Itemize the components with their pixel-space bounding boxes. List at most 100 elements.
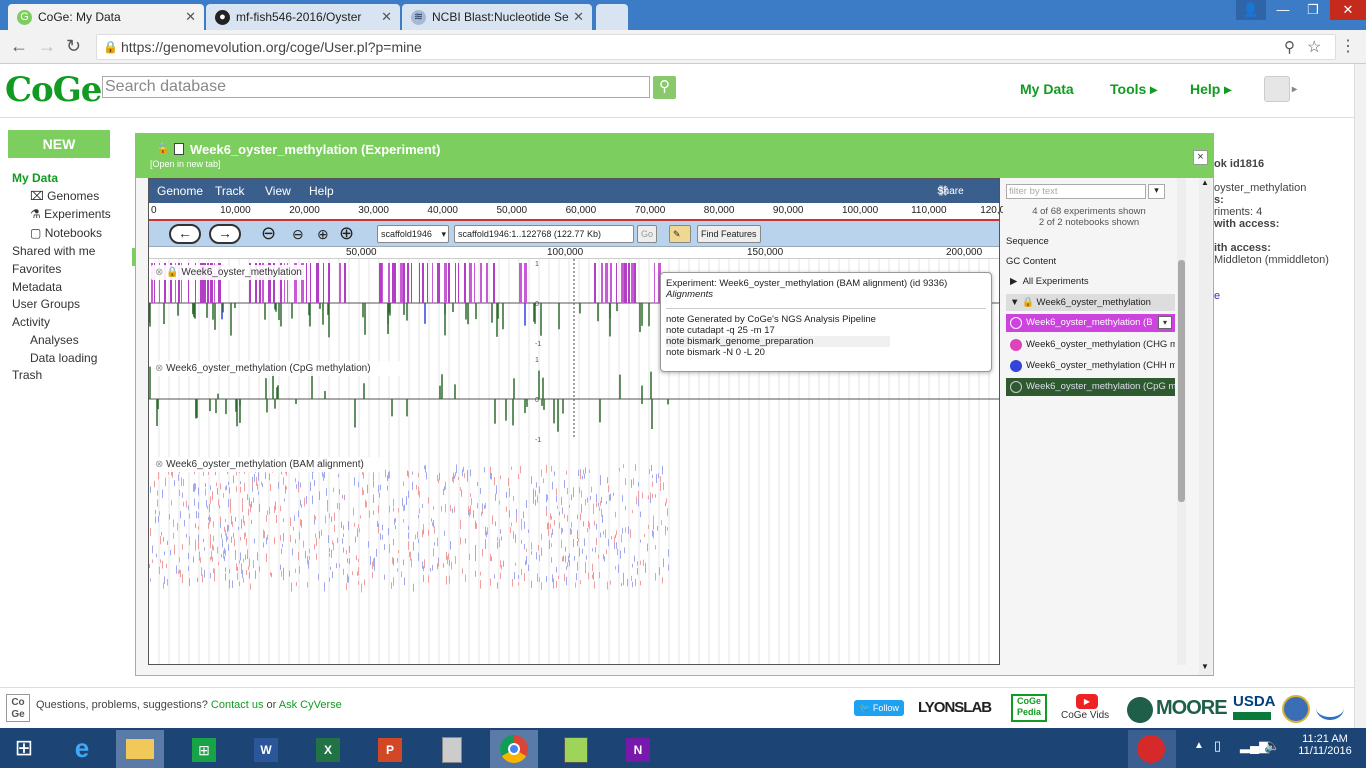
scroll-up-icon[interactable]: ▲ [1201,178,1209,187]
nav-help[interactable]: Help ▸ [1190,81,1231,98]
ie-icon[interactable]: e [58,730,106,768]
nav-data-loading[interactable]: Data loading [30,351,97,365]
new-tab-button[interactable] [596,4,628,30]
url-field[interactable]: 🔒 https://genomevolution.org/coge/User.p… [96,34,1336,60]
excel-icon[interactable]: X [304,730,352,768]
menu-view[interactable]: View [265,184,291,198]
calculator-icon[interactable] [428,730,476,768]
scroll-down-icon[interactable]: ▼ [1201,662,1209,671]
nav-my-data-left[interactable]: My Data [12,171,58,185]
overview-ruler[interactable]: 0 10,000 20,000 30,000 40,000 50,000 60,000 70,… [149,203,1016,221]
cogevids-label[interactable]: CoGe Vids [1061,710,1109,721]
experiment-item-cpg[interactable]: Week6_oyster_methylation (CpG m [1006,378,1175,396]
location-input[interactable]: scaffold1946:1..122768 (122.77 Kb) [454,225,634,243]
zoom-icon[interactable]: ⚲ [1284,38,1295,56]
youtube-icon[interactable]: ▶ [1076,694,1098,709]
moore-logo[interactable]: MOORE [1156,697,1228,720]
nav-metadata[interactable]: Metadata [12,280,62,294]
cyverse-logo-icon[interactable] [1316,696,1344,720]
forward-icon[interactable]: → [38,36,56,57]
minimize-icon[interactable]: — [1268,0,1298,20]
close-window-icon[interactable]: ✕ [1330,0,1366,20]
nsf-logo-icon[interactable] [1282,695,1310,723]
store-icon[interactable]: ⊞ [180,730,228,768]
nav-activity[interactable]: Activity [12,315,50,329]
star-icon[interactable]: ☆ [1307,37,1321,57]
close-track-icon[interactable]: ⊗ [155,363,163,374]
file-explorer-icon[interactable] [116,730,164,768]
scaffold-select[interactable]: scaffold1946 ▾ [377,225,449,243]
powerpoint-icon[interactable]: P [366,730,414,768]
notebook-item[interactable]: ▼ 🔒 Week6_oyster_methylation [1006,294,1175,311]
clock[interactable]: 11:21 AM 11/11/2016 [1290,733,1360,757]
menu-track[interactable]: Track [215,184,245,198]
track-label-experiment[interactable]: ⊗ 🔒 Week6_oyster_methylation [151,265,306,280]
sidebar-scrollbar[interactable] [1177,178,1186,665]
pan-left-icon[interactable]: ← [169,224,201,244]
nav-user-groups[interactable]: User Groups [12,297,80,311]
tablet-icon[interactable]: ▯ [1214,738,1221,754]
twitter-follow-button[interactable]: 🐦 Follow [854,700,904,716]
usda-logo[interactable]: USDA [1233,693,1276,710]
dialog-close-button[interactable]: × [1193,150,1208,165]
nav-notebooks[interactable]: ▢ Notebooks [30,226,102,240]
tray-app-icon[interactable] [1128,730,1176,768]
onenote-icon[interactable]: N [614,730,662,768]
avatar-menu-icon[interactable]: ▸ [1292,84,1297,95]
experiment-menu-icon[interactable]: ▾ [1158,316,1172,329]
avatar[interactable] [1264,76,1290,102]
lyonslab-logo[interactable]: LYONSLAB [918,699,992,716]
all-experiments[interactable]: ▶ All Experiments [1010,276,1089,287]
notepadpp-icon[interactable] [552,730,600,768]
ask-cyverse-link[interactable]: Ask CyVerse [279,699,342,711]
nav-my-data[interactable]: My Data [1020,81,1074,97]
back-icon[interactable]: ← [10,36,28,57]
experiment-item-bam[interactable]: Week6_oyster_methylation (B ▾ [1006,314,1175,332]
track-label-bam[interactable]: ⊗ Week6_oyster_methylation (BAM alignmen… [151,457,381,472]
reload-icon[interactable]: ↻ [66,36,81,57]
pan-right-icon[interactable]: → [209,224,241,244]
windows-start-icon[interactable]: ⊞ [0,730,48,768]
filter-dropdown-icon[interactable]: ▾ [1148,184,1165,199]
tab-coge[interactable]: G CoGe: My Data ✕ [8,4,204,30]
zoom-in-icon[interactable]: ⊕ [317,226,329,243]
tray-expand-icon[interactable]: ▲ [1194,740,1204,751]
experiment-item-chh[interactable]: Week6_oyster_methylation (CHH m [1006,357,1175,375]
tab-ncbi[interactable]: ≋ NCBI Blast:Nucleotide Se ✕ [402,4,592,30]
experiment-item-chg[interactable]: Week6_oyster_methylation (CHG m [1006,336,1175,354]
close-track-icon[interactable]: ⊗ [155,459,163,470]
highlight-icon[interactable]: ✎ [669,225,691,243]
cogepedia-logo[interactable]: CoGe Pedia [1011,694,1047,722]
menu-icon[interactable]: ⋮ [1340,36,1356,56]
contact-link[interactable]: Contact us [211,699,264,711]
menu-genome[interactable]: Genome [157,184,203,198]
find-features-button[interactable]: Find Features [697,225,761,243]
nav-genomes[interactable]: ⌧ Genomes [30,189,99,203]
word-icon[interactable]: W [242,730,290,768]
new-button[interactable]: NEW [8,130,110,158]
dialog-scrollbar[interactable]: ▲ ▼ [1199,178,1212,675]
tab-github[interactable]: ● mf-fish546-2016/Oyster ✕ [206,4,400,30]
gc-content-track[interactable]: GC Content [1006,256,1056,267]
close-tab-icon[interactable]: ✕ [381,9,392,25]
nav-tools[interactable]: Tools ▸ [1110,81,1157,98]
nav-experiments[interactable]: ⚗ Experiments [30,207,111,221]
open-new-tab-link[interactable]: [Open in new tab] [150,159,221,169]
nav-favorites[interactable]: Favorites [12,262,61,276]
close-tab-icon[interactable]: ✕ [573,9,584,25]
zoom-out-icon[interactable]: ⊖ [292,226,304,243]
go-button[interactable]: Go [637,225,658,243]
zoom-in-large-icon[interactable]: ⊕ [339,223,354,244]
sequence-track[interactable]: Sequence [1006,236,1049,247]
volume-icon[interactable]: 🔈 [1264,738,1280,754]
user-icon[interactable]: 👤 [1236,0,1266,20]
coge-logo[interactable]: CoGe [5,70,102,110]
search-button[interactable]: ⚲ [653,76,676,99]
nav-shared[interactable]: Shared with me [12,244,95,258]
zoom-out-large-icon[interactable]: ⊖ [261,223,276,244]
chrome-icon[interactable] [490,730,538,768]
nav-trash[interactable]: Trash [12,368,42,382]
behind-link[interactable]: e [1214,290,1220,302]
page-scrollbar[interactable] [1354,64,1366,728]
filter-input[interactable]: filter by text [1006,184,1146,199]
